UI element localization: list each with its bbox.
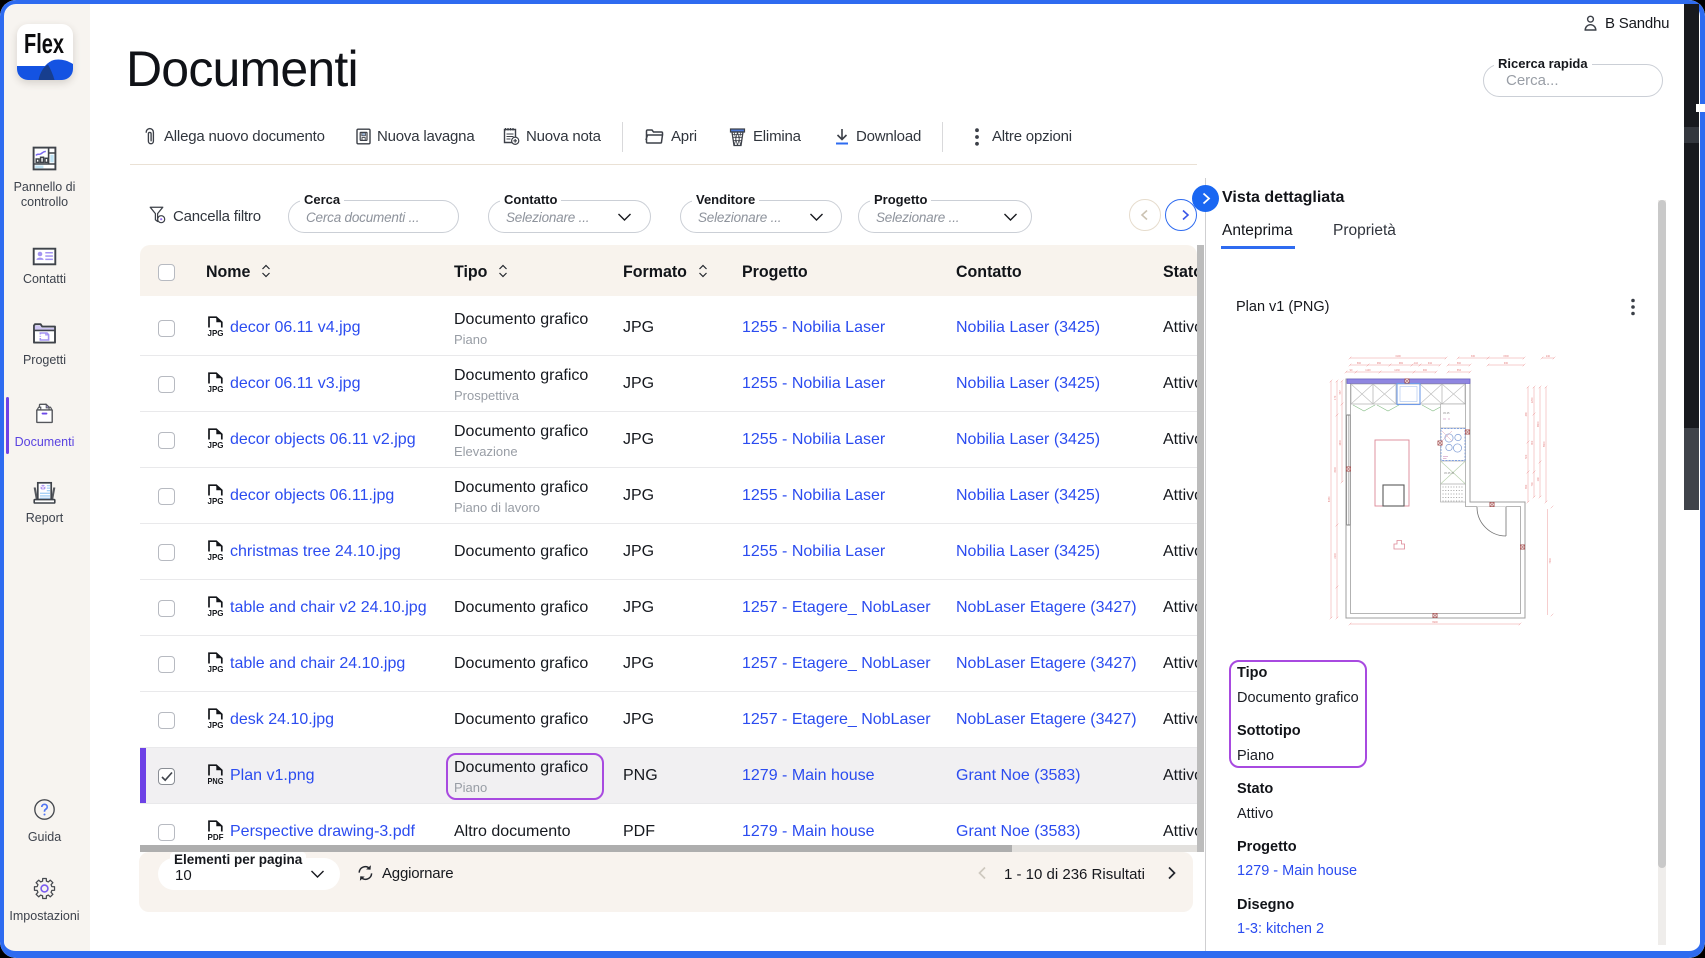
- svg-text:JPG: JPG: [208, 440, 224, 449]
- svg-text:690: 690: [1525, 484, 1528, 489]
- svg-text:1500: 1500: [1503, 355, 1509, 358]
- svg-text:JPG: JPG: [208, 608, 224, 617]
- svg-text:140: 140: [1537, 477, 1540, 482]
- svg-text:900: 900: [1531, 440, 1534, 445]
- svg-text:45 45: 45 45: [1443, 411, 1450, 415]
- svg-text:90: 90: [1350, 369, 1353, 372]
- svg-text:6900: 6900: [1432, 621, 1438, 624]
- svg-text:700: 700: [1531, 482, 1534, 487]
- svg-text:330: 330: [1471, 355, 1476, 358]
- svg-text:JPG: JPG: [208, 384, 224, 393]
- svg-text:930: 930: [1504, 362, 1509, 365]
- svg-text:660: 660: [1357, 362, 1362, 365]
- svg-text:240: 240: [1546, 355, 1551, 358]
- svg-text:JPG: JPG: [208, 328, 224, 337]
- svg-text:PDF: PDF: [208, 832, 224, 841]
- svg-text:982: 982: [1399, 362, 1404, 365]
- svg-text:3190: 3190: [1395, 355, 1401, 358]
- svg-text:110: 110: [1414, 362, 1419, 365]
- svg-text:5600: 5600: [1543, 441, 1546, 447]
- svg-text:3600: 3600: [1537, 421, 1540, 427]
- svg-text:JPG: JPG: [208, 552, 224, 561]
- svg-text:7400: 7400: [1549, 557, 1552, 563]
- svg-text:JPG: JPG: [208, 720, 224, 729]
- svg-text:960: 960: [1377, 362, 1382, 365]
- svg-text:170: 170: [1334, 395, 1337, 400]
- svg-text:1250: 1250: [1531, 397, 1534, 403]
- svg-text:1600: 1600: [1339, 439, 1342, 445]
- svg-text:JPG: JPG: [208, 496, 224, 505]
- svg-text:490: 490: [1525, 412, 1528, 417]
- svg-text:654: 654: [1457, 369, 1462, 372]
- svg-text:PNG: PNG: [208, 776, 224, 785]
- svg-text:1100: 1100: [1365, 369, 1371, 372]
- svg-text:660: 660: [1457, 362, 1462, 365]
- svg-text:1230: 1230: [1394, 369, 1400, 372]
- svg-text:2100: 2100: [1334, 552, 1337, 558]
- svg-text:567: 567: [1339, 390, 1342, 395]
- svg-text:6450: 6450: [1328, 496, 1331, 502]
- svg-text:942: 942: [1428, 362, 1433, 365]
- svg-text:900: 900: [1423, 369, 1428, 372]
- svg-text:3000: 3000: [1334, 466, 1337, 472]
- svg-text:45 45 45: 45 45 45: [1444, 471, 1455, 475]
- svg-text:500: 500: [1525, 454, 1528, 459]
- svg-text:JPG: JPG: [208, 664, 224, 673]
